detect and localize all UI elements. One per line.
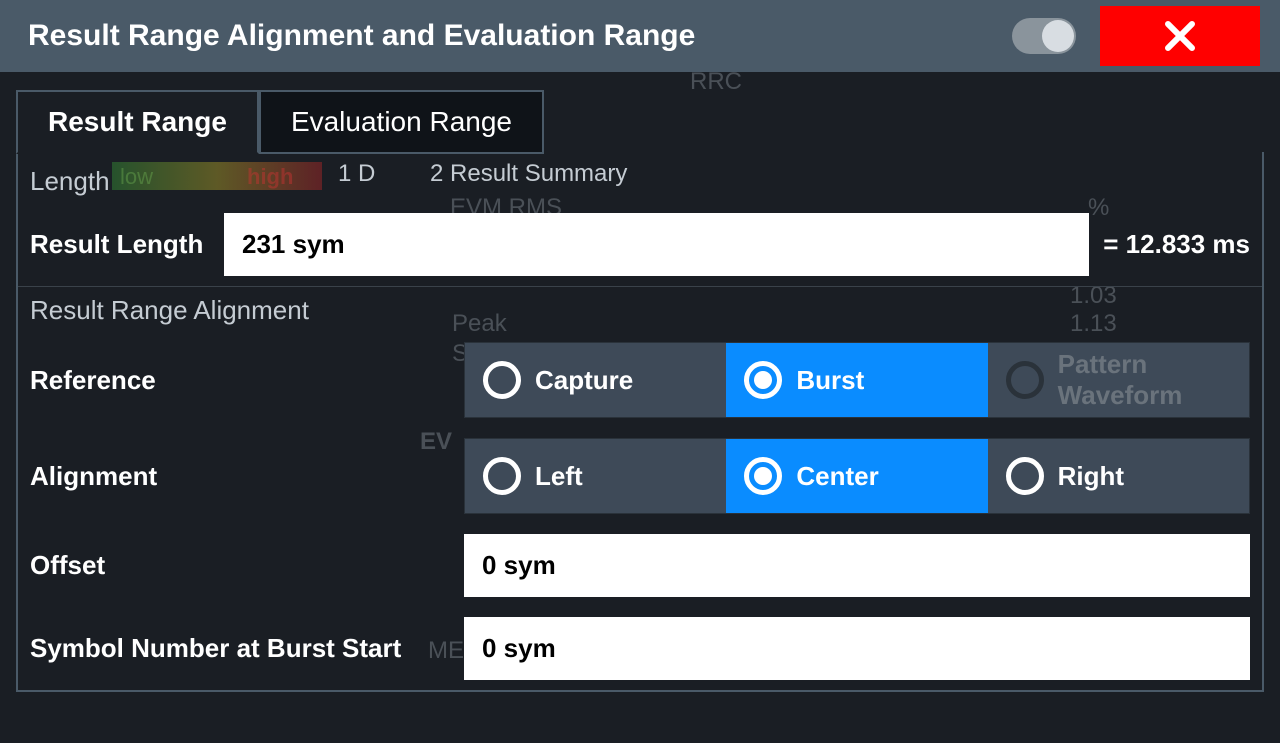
radio-circle-icon	[744, 457, 782, 495]
radio-label: Pattern Waveform	[1058, 349, 1231, 411]
radio-circle-icon	[483, 361, 521, 399]
titlebar-controls	[1012, 6, 1260, 66]
panel-result-range: Length Result Length = 12.833 ms Result …	[16, 152, 1264, 692]
radio-circle-icon	[1006, 457, 1044, 495]
radio-group-reference: Capture Burst Pattern Waveform	[464, 342, 1250, 418]
radio-label: Right	[1058, 461, 1124, 492]
close-button[interactable]	[1100, 6, 1260, 66]
radio-alignment-left[interactable]: Left	[465, 439, 726, 513]
radio-group-alignment: Left Center Right	[464, 438, 1250, 514]
radio-alignment-right[interactable]: Right	[988, 439, 1249, 513]
label-result-length-eq: = 12.833 ms	[1103, 229, 1250, 260]
section-length-header: Length	[18, 152, 1262, 203]
label-alignment: Alignment	[30, 461, 450, 492]
row-result-length: Result Length = 12.833 ms	[18, 203, 1262, 286]
titlebar: Result Range Alignment and Evaluation Ra…	[0, 0, 1280, 72]
radio-circle-icon	[744, 361, 782, 399]
radio-alignment-center[interactable]: Center	[726, 439, 987, 513]
row-symbol-start: Symbol Number at Burst Start	[18, 607, 1262, 690]
toggle-knob	[1042, 20, 1074, 52]
radio-label: Capture	[535, 365, 633, 396]
radio-label: Left	[535, 461, 583, 492]
radio-reference-pattern: Pattern Waveform	[988, 343, 1249, 417]
content-area: RRC low high 1 D 2 Result Summary EVM RM…	[0, 72, 1280, 692]
radio-circle-icon	[1006, 361, 1044, 399]
label-offset: Offset	[30, 550, 450, 581]
radio-reference-burst[interactable]: Burst	[726, 343, 987, 417]
input-offset[interactable]	[464, 534, 1250, 597]
toggle-switch[interactable]	[1012, 18, 1076, 54]
radio-label: Burst	[796, 365, 864, 396]
tab-evaluation-range[interactable]: Evaluation Range	[259, 90, 544, 154]
label-reference: Reference	[30, 365, 450, 396]
label-symbol-start: Symbol Number at Burst Start	[30, 633, 450, 664]
radio-reference-capture[interactable]: Capture	[465, 343, 726, 417]
tab-result-range[interactable]: Result Range	[16, 90, 259, 154]
radio-label: Center	[796, 461, 878, 492]
tab-bar: Result Range Evaluation Range	[16, 90, 1264, 154]
window-title: Result Range Alignment and Evaluation Ra…	[28, 19, 695, 53]
row-alignment: Alignment Left Center Right	[18, 428, 1262, 524]
label-result-length: Result Length	[30, 229, 210, 260]
radio-circle-icon	[483, 457, 521, 495]
input-result-length[interactable]	[224, 213, 1089, 276]
row-reference: Reference Capture Burst Pattern Waveform	[18, 332, 1262, 428]
close-icon	[1162, 18, 1198, 54]
input-symbol-start[interactable]	[464, 617, 1250, 680]
row-offset: Offset	[18, 524, 1262, 607]
section-alignment-header: Result Range Alignment	[18, 286, 1262, 332]
